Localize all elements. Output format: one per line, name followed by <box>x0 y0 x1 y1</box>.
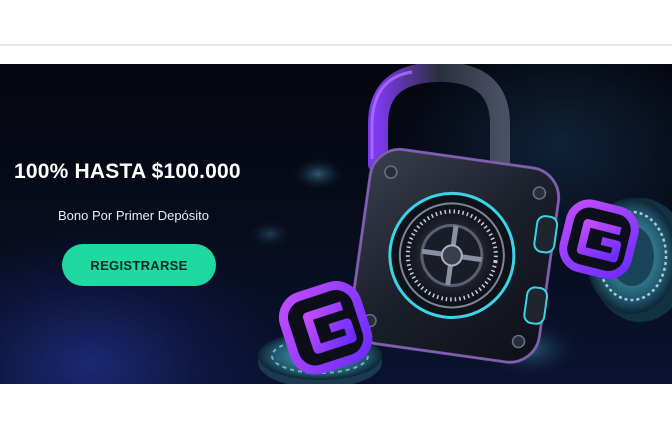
promo-subtitle: Bono Por Primer Depósito <box>58 208 210 223</box>
top-strip <box>0 0 672 44</box>
banner-artwork <box>248 64 672 384</box>
promo-title: 100% HASTA $100.000 <box>14 160 241 183</box>
register-button[interactable]: REGISTRARSE <box>62 244 216 286</box>
bokeh-chip <box>292 158 344 190</box>
top-divider <box>0 44 672 46</box>
padlock-safe-icon <box>349 147 561 364</box>
brand-g-coin-icon-right <box>559 199 639 280</box>
promo-banner[interactable]: 100% HASTA $100.000 Bono Por Primer Depó… <box>0 64 672 384</box>
bottom-area <box>0 384 672 435</box>
